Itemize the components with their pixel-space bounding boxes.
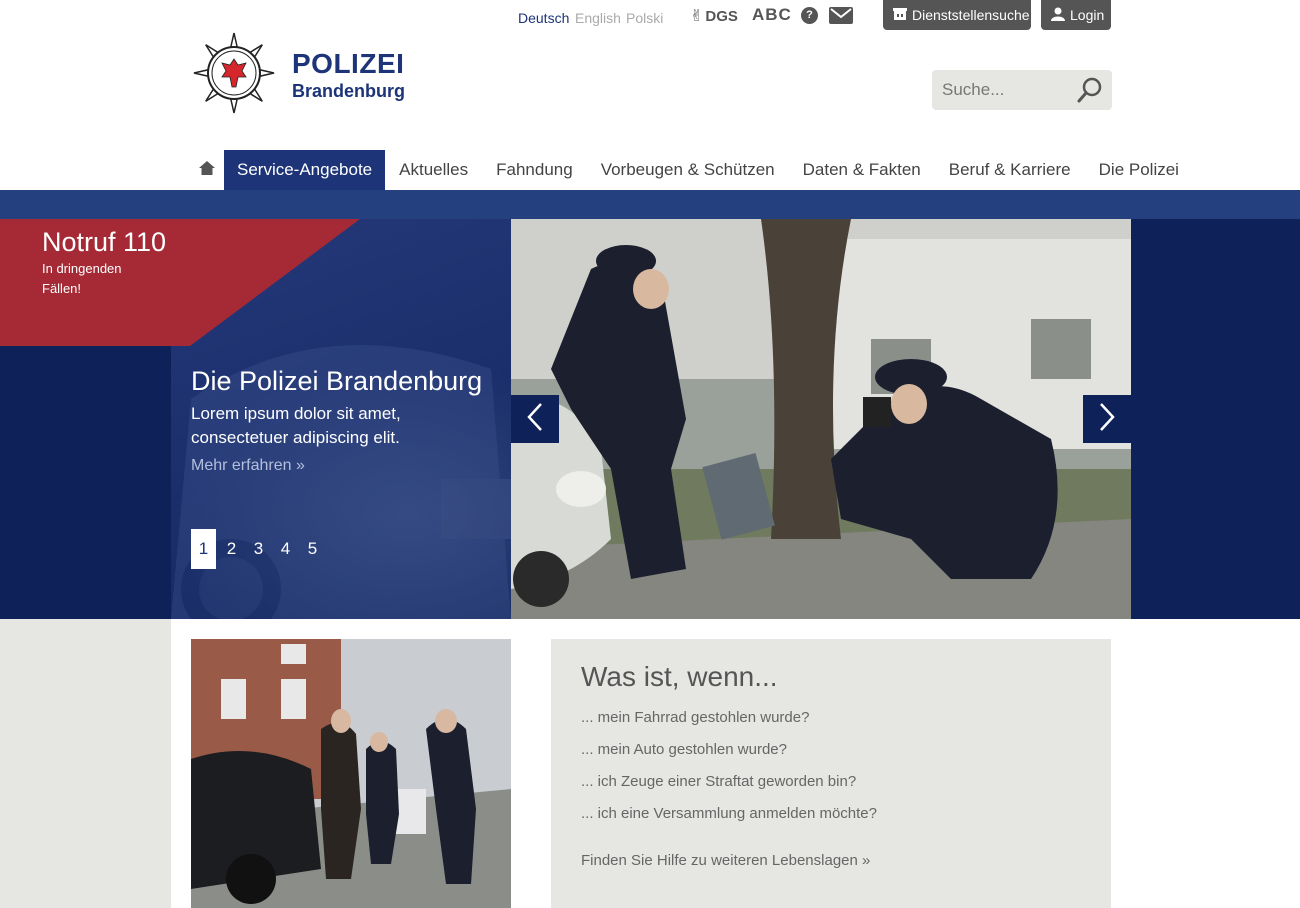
language-english[interactable]: English (575, 10, 621, 26)
emergency-subtitle: In dringenden Fällen! (42, 261, 122, 296)
nav-item-aktuelles[interactable]: Aktuelles (385, 150, 482, 190)
station-search-label: Dienststellensuche (912, 7, 1030, 23)
carousel-pager: 1 2 3 4 5 (191, 529, 326, 569)
what-if-title: Was ist, wenn... (581, 661, 778, 692)
left-gray-panel (0, 619, 171, 908)
nav-home[interactable] (190, 150, 224, 190)
nav-item-fahndung[interactable]: Fahndung (482, 150, 587, 190)
login-label: Login (1070, 7, 1105, 23)
nav-item-die-polizei[interactable]: Die Polizei (1085, 150, 1193, 190)
hero-carousel: Notruf 110 In dringenden Fällen! Die Pol… (0, 219, 1300, 619)
what-if-link-fahrrad[interactable]: ... mein Fahrrad gestohlen wurde? (581, 709, 809, 726)
sign-language-link[interactable]: ✌ DGS (690, 6, 738, 26)
nav-item-vorbeugen-schuetzen[interactable]: Vorbeugen & Schützen (587, 150, 789, 190)
nav-item-daten-fakten[interactable]: Daten & Fakten (789, 150, 935, 190)
user-icon (1051, 7, 1065, 24)
building-icon (893, 7, 907, 23)
hero-heading: Die Polizei Brandenburg (191, 366, 483, 396)
site-logo[interactable]: POLIZEI Brandenburg (193, 32, 423, 114)
hero-more-link[interactable]: Mehr erfahren » (191, 457, 305, 475)
chevron-left-icon (525, 402, 545, 437)
language-polski[interactable]: Polski (626, 10, 663, 26)
carousel-page-2[interactable]: 2 (218, 529, 245, 569)
login-button[interactable]: Login (1041, 0, 1111, 30)
what-if-panel: Was ist, wenn... ... mein Fahrrad gestoh… (551, 639, 1111, 908)
nav-item-beruf-karriere[interactable]: Beruf & Karriere (935, 150, 1085, 190)
main-navigation: Service-Angebote Aktuelles Fahndung Vorb… (190, 150, 1193, 190)
hero-text: Lorem ipsum dolor sit amet, consectetuer… (191, 404, 401, 447)
carousel-next-button[interactable] (1083, 395, 1131, 443)
sign-language-icon: ✌ (690, 8, 704, 25)
easy-language-link[interactable]: ABC (752, 5, 792, 25)
what-if-link-auto[interactable]: ... mein Auto gestohlen wurde? (581, 741, 787, 758)
hero-photo (511, 219, 1131, 619)
what-if-list: ... mein Fahrrad gestohlen wurde? ... me… (581, 709, 877, 837)
utility-bar: Deutsch English Polski ✌ DGS ABC ? Diens… (0, 0, 1300, 36)
emergency-title: Notruf 110 (42, 227, 167, 257)
search-input[interactable] (942, 78, 1072, 102)
home-icon (199, 160, 215, 180)
what-if-link-versammlung[interactable]: ... ich eine Versammlung anmelden möchte… (581, 805, 877, 822)
station-search-button[interactable]: Dienststellensuche (883, 0, 1031, 30)
carousel-prev-button[interactable] (511, 395, 559, 443)
carousel-page-4[interactable]: 4 (272, 529, 299, 569)
search-box (932, 70, 1112, 110)
sign-language-label: DGS (705, 7, 738, 25)
teaser-photo (191, 639, 511, 908)
search-button[interactable] (1075, 75, 1105, 105)
logo-title: POLIZEI (292, 48, 405, 79)
what-if-more-link[interactable]: Finden Sie Hilfe zu weiteren Lebenslagen… (581, 852, 870, 869)
chevron-right-icon (1097, 402, 1117, 437)
police-star-emblem (193, 32, 275, 119)
help-icon[interactable]: ? (801, 7, 818, 24)
carousel-page-3[interactable]: 3 (245, 529, 272, 569)
search-icon (1075, 77, 1105, 109)
carousel-page-1[interactable]: 1 (191, 529, 216, 569)
subnav-bar (0, 190, 1300, 219)
language-deutsch[interactable]: Deutsch (518, 10, 569, 26)
nav-item-service-angebote[interactable]: Service-Angebote (224, 150, 386, 190)
what-if-link-zeuge[interactable]: ... ich Zeuge einer Straftat geworden bi… (581, 773, 856, 790)
carousel-page-5[interactable]: 5 (299, 529, 326, 569)
mail-icon[interactable] (829, 7, 853, 29)
logo-subtitle: Brandenburg (292, 81, 406, 101)
